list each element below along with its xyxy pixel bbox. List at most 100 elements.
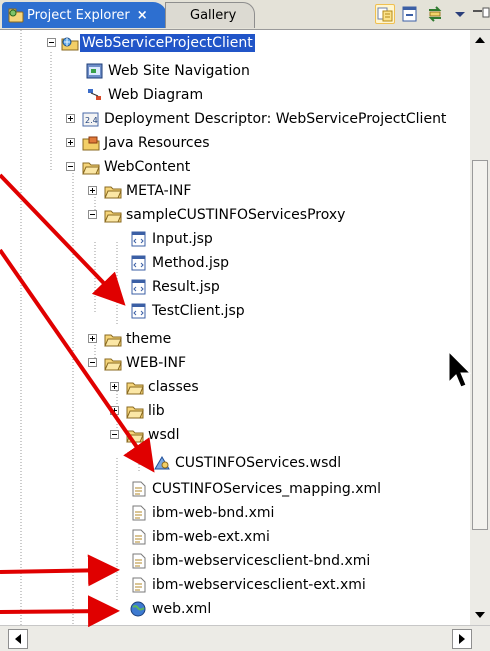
tree-item-label: ibm-webservicesclient-ext.xmi	[152, 577, 366, 593]
expand-toggle-icon[interactable]	[66, 138, 75, 147]
close-icon[interactable]: ×	[137, 8, 148, 23]
xmi-file-icon	[130, 505, 148, 521]
tree-item-label: WEB-INF	[126, 355, 186, 371]
tree-item-input-jsp[interactable]: Input.jsp	[0, 228, 470, 252]
folder-icon	[104, 183, 122, 199]
tree-item-label: web.xml	[152, 601, 212, 617]
tree-item-label: Web Site Navigation	[108, 63, 250, 79]
vertical-scroll-thumb[interactable]	[472, 160, 488, 530]
collapse-toggle-icon[interactable]	[47, 38, 56, 47]
site-navigation-icon	[86, 63, 104, 79]
tree-item-ibm-web-bnd[interactable]: ibm-web-bnd.xmi	[0, 502, 470, 526]
tree-item-lib[interactable]: lib	[0, 400, 470, 424]
tab-gallery[interactable]: Gallery	[165, 2, 255, 28]
tab-project-explorer[interactable]: Project Explorer ×	[2, 2, 167, 28]
jsp-file-icon	[130, 279, 148, 295]
xmi-file-icon	[130, 577, 148, 593]
tree-item-ibm-wsclient-ext[interactable]: ibm-webservicesclient-ext.xmi	[0, 574, 470, 598]
scroll-left-icon[interactable]	[8, 629, 28, 649]
tree-item-method-jsp[interactable]: Method.jsp	[0, 252, 470, 276]
view-tab-bar: Project Explorer × Gallery	[0, 0, 490, 30]
folder-icon	[126, 403, 144, 419]
vertical-scrollbar[interactable]	[470, 30, 490, 625]
tree-item-label: ibm-webservicesclient-bnd.xmi	[152, 553, 371, 569]
project-explorer-view: Project Explorer × Gallery WebServicePro…	[0, 0, 490, 651]
tab-label: Project Explorer	[27, 7, 130, 23]
tree-item-label: classes	[148, 379, 199, 395]
tree-item-result-jsp[interactable]: Result.jsp	[0, 276, 470, 300]
tree-item-label: ibm-web-ext.xmi	[152, 529, 270, 545]
collapse-toggle-icon[interactable]	[88, 358, 97, 367]
tree-item-meta-inf[interactable]: META-INF	[0, 180, 470, 204]
web-xml-icon	[130, 601, 148, 617]
wsdl-file-icon	[153, 455, 171, 471]
tree-item-label: Java Resources	[104, 135, 210, 151]
tree-item-java-resources[interactable]: Java Resources	[0, 132, 470, 156]
tree-item-label: TestClient.jsp	[152, 303, 245, 319]
tree-item-ibm-web-ext[interactable]: ibm-web-ext.xmi	[0, 526, 470, 550]
tree-item-web-xml[interactable]: web.xml	[0, 598, 470, 622]
tree-item-label: wsdl	[148, 427, 180, 443]
web-project-icon	[61, 35, 79, 51]
tree-item-label: sampleCUSTINFOServicesProxy	[126, 207, 346, 223]
expand-toggle-icon[interactable]	[66, 114, 75, 123]
java-resources-icon	[82, 135, 100, 151]
expand-toggle-icon[interactable]	[110, 406, 119, 415]
folder-icon	[104, 331, 122, 347]
tree-item-label: META-INF	[126, 183, 192, 199]
tree-item-site-navigation[interactable]: Web Site Navigation	[0, 60, 470, 84]
tree-item-deployment-descriptor[interactable]: 2.4 Deployment Descriptor: WebServicePro…	[0, 108, 470, 132]
minimize-icon[interactable]	[470, 4, 490, 24]
tree-item-mapping-xml[interactable]: CUSTINFOServices_mapping.xml	[0, 478, 470, 502]
tree-item-label: theme	[126, 331, 172, 347]
tree-item-label: lib	[148, 403, 165, 419]
project-tree[interactable]: WebServiceProjectClient Web Site Navigat…	[0, 30, 470, 625]
collapse-toggle-icon[interactable]	[88, 210, 97, 219]
tree-item-web-diagram[interactable]: Web Diagram	[0, 84, 470, 108]
folder-icon	[126, 427, 144, 443]
tree-item-web-inf[interactable]: WEB-INF	[0, 352, 470, 376]
tree-item-label: Input.jsp	[152, 231, 213, 247]
jsp-file-icon	[130, 303, 148, 319]
tree-item-label: Method.jsp	[152, 255, 230, 271]
tree-item-testclient-jsp[interactable]: TestClient.jsp	[0, 300, 470, 324]
tree-item-theme[interactable]: theme	[0, 328, 470, 352]
tree-item-label: Deployment Descriptor: WebServiceProject…	[104, 111, 447, 127]
jsp-file-icon	[130, 255, 148, 271]
horizontal-scroll-thumb[interactable]	[30, 629, 450, 649]
svg-text:2.4: 2.4	[85, 116, 98, 125]
tree-item-custinfo-wsdl[interactable]: CUSTINFOServices.wsdl	[0, 452, 470, 476]
sync-icon[interactable]	[425, 4, 445, 24]
tree-item-wsdl-folder[interactable]: wsdl	[0, 424, 470, 448]
scroll-down-icon[interactable]	[470, 605, 490, 625]
expand-toggle-icon[interactable]	[88, 186, 97, 195]
horizontal-scrollbar[interactable]	[0, 625, 490, 651]
folder-icon	[104, 355, 122, 371]
tree-item-label: WebContent	[104, 159, 191, 175]
collapse-toggle-icon[interactable]	[66, 162, 75, 171]
expand-toggle-icon[interactable]	[88, 334, 97, 343]
link-with-editor-icon[interactable]	[375, 4, 395, 24]
collapse-toggle-icon[interactable]	[110, 430, 119, 439]
tree-item-sample-proxy[interactable]: sampleCUSTINFOServicesProxy	[0, 204, 470, 228]
folder-icon	[82, 159, 100, 175]
xmi-file-icon	[130, 529, 148, 545]
tree-item-label: CUSTINFOServices.wsdl	[175, 455, 342, 471]
xml-file-icon	[130, 481, 148, 497]
folder-icon	[104, 207, 122, 223]
tree-item-label: Web Diagram	[108, 87, 204, 103]
tree-item-label: ibm-web-bnd.xmi	[152, 505, 275, 521]
deployment-descriptor-icon: 2.4	[82, 111, 100, 127]
tree-item-project[interactable]: WebServiceProjectClient	[0, 32, 470, 56]
scroll-up-icon[interactable]	[470, 30, 490, 50]
web-diagram-icon	[86, 87, 104, 103]
expand-toggle-icon[interactable]	[110, 382, 119, 391]
tree-item-classes[interactable]: classes	[0, 376, 470, 400]
scroll-right-icon[interactable]	[452, 629, 472, 649]
tree-item-webcontent[interactable]: WebContent	[0, 156, 470, 180]
jsp-file-icon	[130, 231, 148, 247]
collapse-all-icon[interactable]	[400, 4, 420, 24]
tree-item-ibm-wsclient-bnd[interactable]: ibm-webservicesclient-bnd.xmi	[0, 550, 470, 574]
folder-icon	[126, 379, 144, 395]
tree-item-label: CUSTINFOServices_mapping.xml	[152, 481, 382, 497]
